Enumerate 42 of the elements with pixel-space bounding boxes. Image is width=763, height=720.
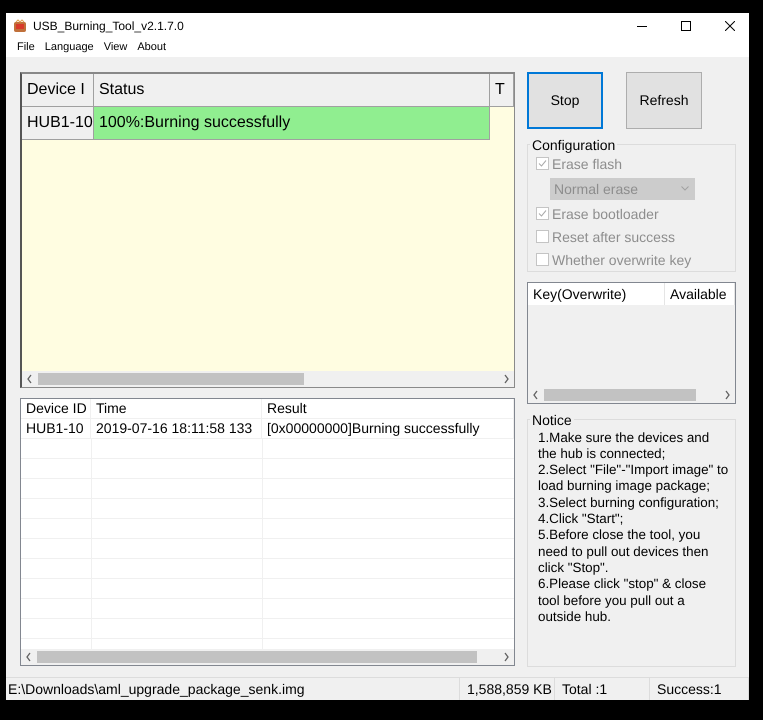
window-title: USB_Burning_Tool_v2.1.7.0 <box>33 18 185 32</box>
checkbox-label: Erase bootloader <box>552 206 659 222</box>
menu-item[interactable]: File <box>12 41 40 54</box>
table-cell: HUB1-10 <box>21 418 91 439</box>
group-title: Notice <box>531 412 573 428</box>
status-bar-field: 1,588,859 KB <box>460 678 555 700</box>
table-cell: [0x00000000]Burning successfully <box>262 418 514 439</box>
column-header[interactable]: Result <box>262 398 514 419</box>
check-icon <box>538 209 547 218</box>
checkbox-label: Reset after success <box>552 228 675 245</box>
column-header[interactable]: Available <box>665 282 735 305</box>
status-cell: 100%:Burning successfully <box>94 106 490 140</box>
checkbox-label: Whether overwrite key <box>552 252 692 268</box>
column-header[interactable]: Key(Overwrite) <box>528 282 665 305</box>
column-header[interactable]: Time <box>91 398 262 419</box>
menu-item[interactable]: View <box>98 41 132 54</box>
caret-icon <box>681 186 689 192</box>
menu-item[interactable]: Language <box>40 41 99 54</box>
refresh-button[interactable]: Refresh <box>626 72 702 129</box>
scrollbar-thumb[interactable] <box>37 650 477 663</box>
maximize-icon[interactable] <box>681 20 691 30</box>
column-header[interactable]: Device ID <box>21 398 91 419</box>
horizontal-scrollbar[interactable] <box>21 648 514 665</box>
table-cell: 2019-07-16 18:11:58 133 <box>91 418 262 439</box>
checkbox-label: Erase flash <box>552 156 622 172</box>
column-header[interactable]: T <box>490 74 514 107</box>
status-bar-field: E:\Downloads\aml_upgrade_package_senk.img <box>6 678 460 700</box>
check-icon <box>538 159 547 168</box>
table-cell: HUB1-10 <box>22 106 94 140</box>
app-icon <box>13 18 27 32</box>
menu-item[interactable]: About <box>132 41 172 54</box>
column-header[interactable]: Device I <box>22 74 94 107</box>
status-bar-field: Total :1 <box>555 678 650 700</box>
column-header[interactable]: Status <box>94 74 490 107</box>
close-icon[interactable] <box>725 20 735 30</box>
stop-button[interactable]: Stop <box>527 72 603 129</box>
status-bar-field: Success:1 <box>650 678 749 700</box>
scrollbar-thumb[interactable] <box>38 372 304 385</box>
horizontal-scrollbar[interactable] <box>22 370 514 387</box>
group-title: Configuration <box>531 136 616 153</box>
notice-text: 1.Make sure the devices and the hub is connected; 2.Select "File"-"Import image" to load burning image package; 3.Select burning configuration; 4.Click "Start"; 5.Before close the tool, you need to pull out devices then click "Stop". 6.Please click "stop" & close tool before you pull out a outside hub. <box>537 430 730 626</box>
scrollbar-thumb[interactable] <box>544 388 696 401</box>
